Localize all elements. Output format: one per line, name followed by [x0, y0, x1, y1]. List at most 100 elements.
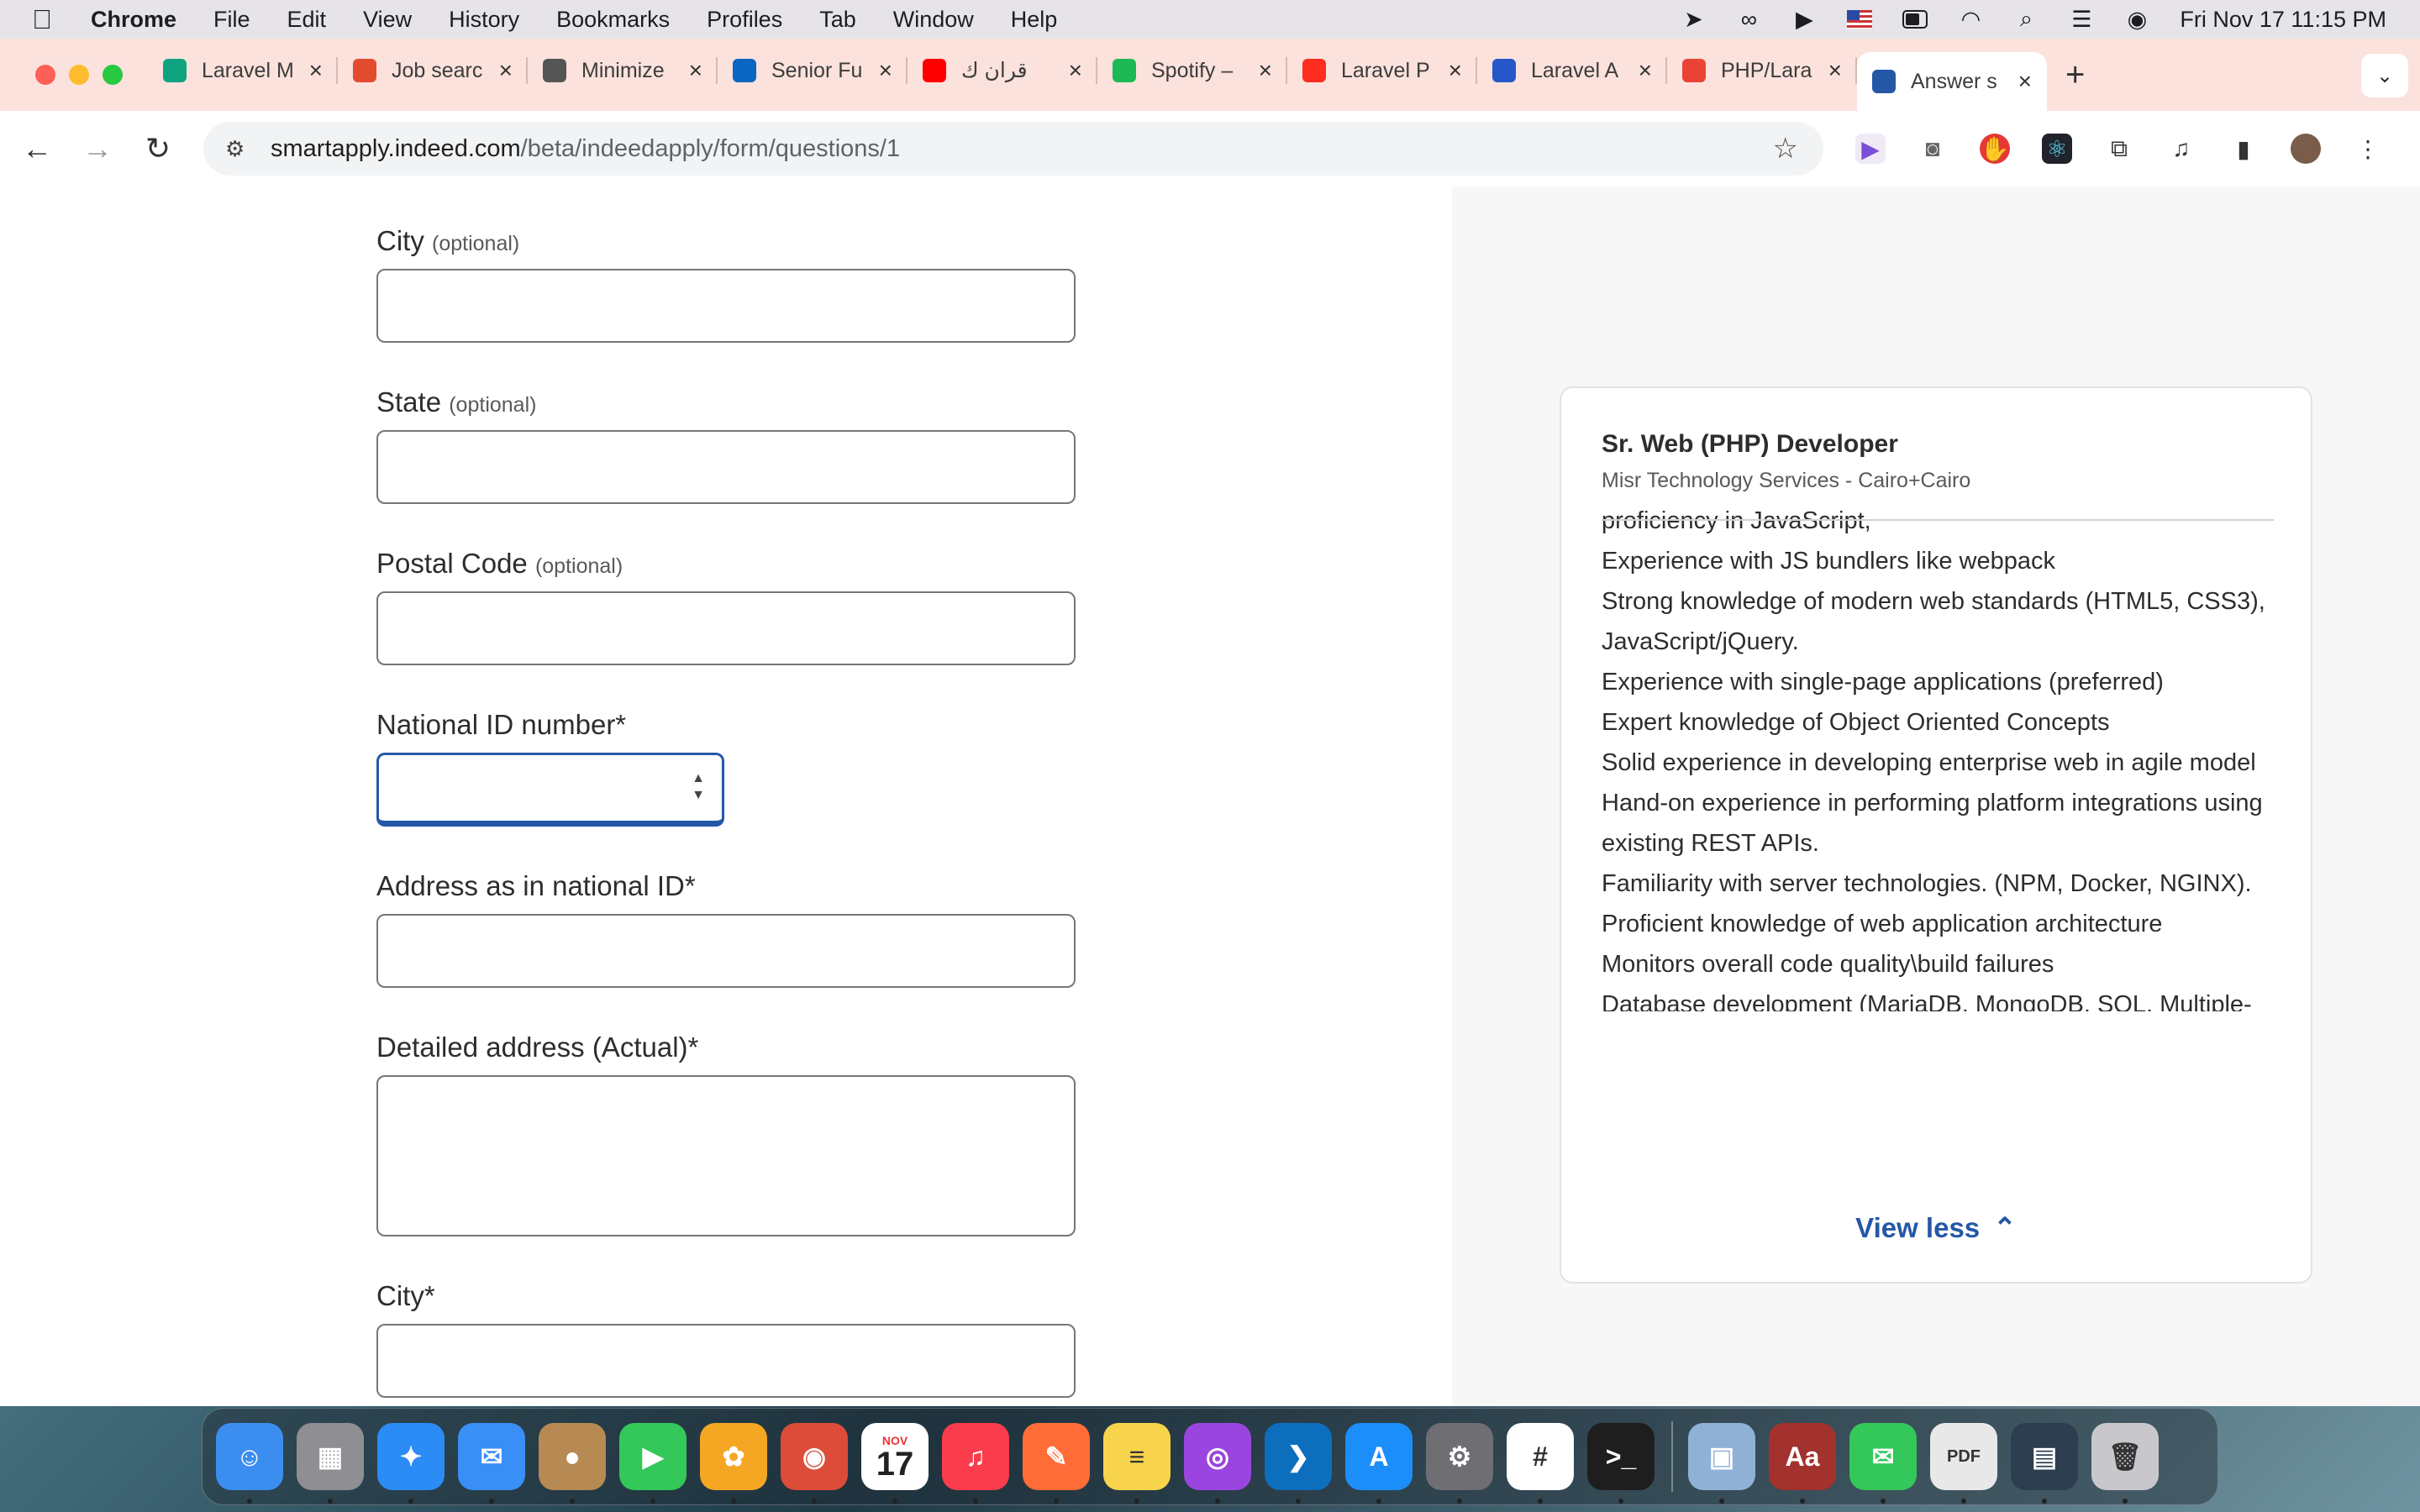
close-window-button[interactable] [35, 65, 55, 85]
menu-help[interactable]: Help [1011, 7, 1058, 33]
browser-tab[interactable]: قران ك × [908, 45, 1097, 96]
minimize-window-button[interactable] [69, 65, 89, 85]
finder-icon[interactable]: ☺ [216, 1423, 283, 1504]
close-tab-icon[interactable]: × [1069, 57, 1082, 84]
calendar-icon[interactable]: NOV 17 [861, 1423, 929, 1504]
terminal-icon[interactable]: >_ [1587, 1423, 1655, 1504]
browser-tab[interactable]: Job searc × [338, 45, 528, 96]
camera-extension-icon[interactable]: ◙ [1918, 134, 1948, 164]
menu-view[interactable]: View [363, 7, 412, 33]
postman-icon[interactable]: ✎ [1023, 1423, 1090, 1504]
creative-cloud-icon[interactable]: ∞ [1736, 7, 1761, 32]
apple-menu-icon[interactable]:  [32, 4, 57, 35]
browser-tab[interactable]: Senior Fu × [718, 45, 908, 96]
wifi-icon[interactable]: ◠ [1958, 7, 1983, 32]
trash-icon[interactable]: 🗑 [2091, 1423, 2159, 1504]
facetime-icon[interactable]: ▶ [619, 1423, 687, 1504]
slack-icon[interactable]: # [1507, 1423, 1574, 1504]
close-tab-icon[interactable]: × [1639, 57, 1652, 84]
close-tab-icon[interactable]: × [2018, 68, 2032, 95]
extension-player-icon[interactable]: ▶ [1855, 134, 1886, 164]
menu-app-chrome[interactable]: Chrome [91, 7, 176, 33]
side-panel-icon[interactable]: ▮ [2228, 134, 2259, 164]
tab-search-button[interactable]: ⌄ [2361, 54, 2408, 97]
menubar-clock[interactable]: Fri Nov 17 11:15 PM [2180, 7, 2386, 33]
mail-icon[interactable]: ✉ [458, 1423, 525, 1504]
pdf-document-icon[interactable]: PDF [1930, 1423, 1997, 1504]
messages-icon[interactable]: ✉ [1849, 1423, 1917, 1504]
address-national-id-input[interactable] [376, 914, 1076, 988]
address-bar[interactable]: ⚙ smartapply.indeed.com/beta/indeedapply… [203, 122, 1823, 176]
music-icon[interactable]: ♫ [942, 1423, 1009, 1504]
close-tab-icon[interactable]: × [879, 57, 892, 84]
back-button[interactable]: ← [12, 131, 62, 166]
menu-profiles[interactable]: Profiles [707, 7, 782, 33]
react-devtools-icon[interactable]: ⚛ [2042, 134, 2072, 164]
menu-edit[interactable]: Edit [287, 7, 327, 33]
menu-bookmarks[interactable]: Bookmarks [556, 7, 670, 33]
notes-icon[interactable]: ≡ [1103, 1423, 1171, 1504]
job-requirements[interactable]: proficiency in JavaScript, Experience wit… [1602, 507, 2291, 1011]
search-icon[interactable]: ⌕ [2013, 6, 2039, 31]
state-input[interactable] [376, 430, 1076, 504]
chrome-menu-icon[interactable]: ⋮ [2353, 134, 2383, 164]
profile-avatar[interactable] [2291, 134, 2321, 164]
browser-tab[interactable]: Answer s × [1857, 52, 2047, 111]
detailed-address-textarea[interactable] [376, 1075, 1076, 1236]
new-tab-button[interactable]: + [2065, 56, 2085, 94]
extensions-puzzle-icon[interactable]: ⧉ [2104, 134, 2134, 164]
contacts-icon[interactable]: ● [539, 1423, 606, 1504]
site-info-icon[interactable]: ⚙ [225, 136, 254, 162]
close-tab-icon[interactable]: × [1259, 57, 1272, 84]
close-tab-icon[interactable]: × [309, 57, 323, 84]
bookmark-star-icon[interactable]: ☆ [1773, 132, 1798, 165]
vscode-icon[interactable]: ❯ [1265, 1423, 1332, 1504]
system-settings-icon[interactable]: ⚙ [1426, 1423, 1493, 1504]
running-indicator [1215, 1499, 1220, 1504]
browser-tab[interactable]: Laravel P × [1287, 45, 1477, 96]
podcasts-icon[interactable]: ◎ [1184, 1423, 1251, 1504]
national-id-number-input[interactable]: ▲ ▼ [376, 753, 724, 827]
chrome-icon[interactable]: ◉ [781, 1423, 848, 1504]
zoom-window-button[interactable] [103, 65, 123, 85]
screenshot-stack-icon[interactable]: ▤ [2011, 1423, 2078, 1504]
control-center-icon[interactable]: ☰ [2069, 7, 2094, 32]
siri-icon[interactable]: ◉ [2124, 7, 2149, 32]
battery-icon[interactable] [1902, 8, 1928, 30]
browser-tab[interactable]: Spotify – × [1097, 45, 1287, 96]
close-tab-icon[interactable]: × [499, 57, 513, 84]
photos-icon[interactable]: ✿ [700, 1423, 767, 1504]
location-icon[interactable]: ➤ [1681, 7, 1706, 32]
play-icon[interactable]: ▶ [1791, 7, 1817, 32]
us-flag-icon[interactable] [1847, 8, 1873, 30]
calendar-date: NOV 17 [876, 1433, 914, 1481]
close-tab-icon[interactable]: × [1828, 57, 1842, 84]
app-store-icon[interactable]: A [1345, 1423, 1413, 1504]
close-tab-icon[interactable]: × [1449, 57, 1462, 84]
number-spinner[interactable]: ▲ ▼ [692, 770, 705, 804]
menu-window[interactable]: Window [893, 7, 974, 33]
gmail-icon [1682, 59, 1706, 82]
browser-tab[interactable]: Laravel A × [1477, 45, 1667, 96]
menu-file[interactable]: File [213, 7, 250, 33]
safari-icon[interactable]: ✦ [377, 1423, 445, 1504]
preview-icon[interactable]: ▣ [1688, 1423, 1755, 1504]
running-indicator [1881, 1499, 1886, 1504]
close-tab-icon[interactable]: × [689, 57, 702, 84]
launchpad-icon[interactable]: ▦ [297, 1423, 364, 1504]
menu-tab[interactable]: Tab [819, 7, 856, 33]
adblock-extension-icon[interactable]: ✋ [1980, 134, 2010, 164]
dictionary-icon[interactable]: Aa [1769, 1423, 1836, 1504]
media-controls-icon[interactable]: ♫ [2166, 134, 2196, 164]
browser-tab[interactable]: Minimize × [528, 45, 718, 96]
postal-code-input[interactable] [376, 591, 1076, 665]
city-required-input[interactable] [376, 1324, 1076, 1398]
browser-tab[interactable]: PHP/Lara × [1667, 45, 1857, 96]
reload-button[interactable]: ↻ [133, 131, 183, 166]
view-less-button[interactable]: View less ⌃ [1561, 1211, 2311, 1244]
menu-history[interactable]: History [449, 7, 519, 33]
city-optional-input[interactable] [376, 269, 1076, 343]
forward-button[interactable]: → [72, 131, 123, 166]
browser-tab[interactable]: Laravel M × [148, 45, 338, 96]
tab-strip: Laravel M × Job searc × Minimize × Senior Fu × ق… [0, 39, 2420, 111]
